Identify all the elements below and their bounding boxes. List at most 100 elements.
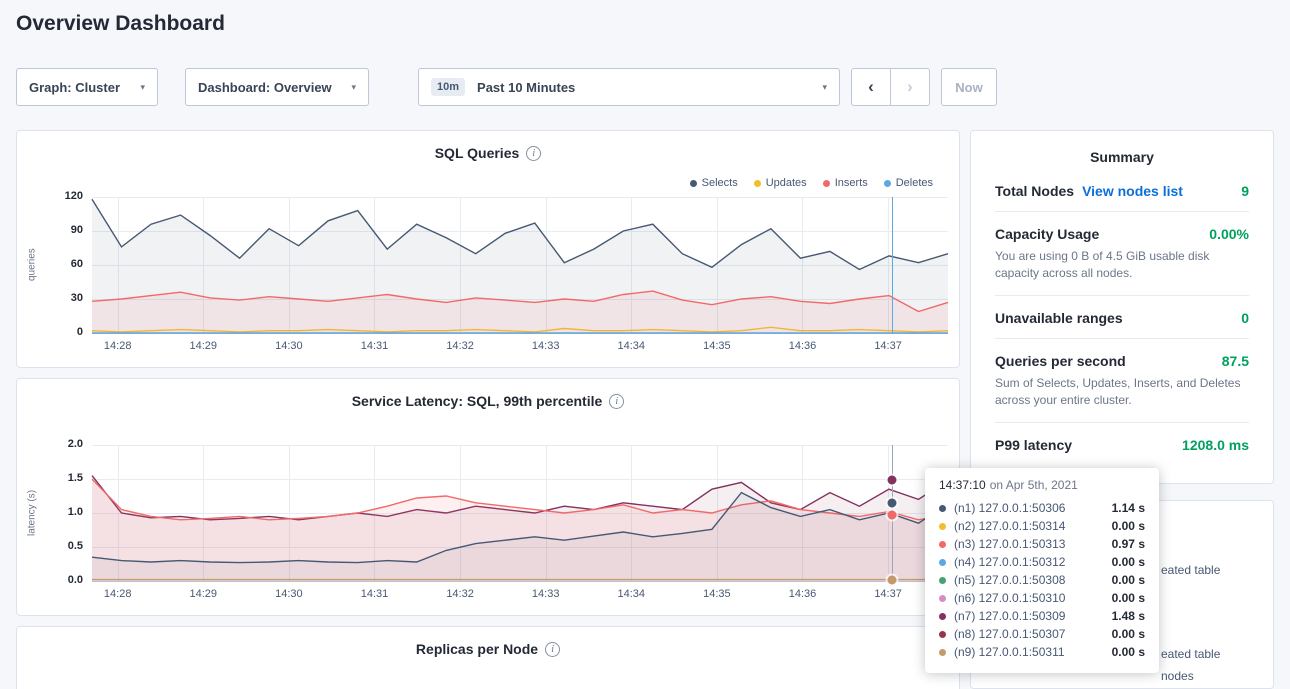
p99-latency-label: P99 latency [995, 437, 1072, 453]
dashboard-dropdown[interactable]: Dashboard: Overview ▾ [185, 68, 369, 106]
event-text-fragment: eated table [1161, 563, 1220, 577]
crosshair-line [892, 197, 893, 333]
node-label: (n7) 127.0.0.1:50309 [954, 609, 1065, 623]
y-tick-label: 0 [43, 326, 83, 338]
chart-title-text: Service Latency: SQL, 99th percentile [352, 393, 603, 409]
event-text-fragment: eated table [1161, 647, 1220, 661]
y-axis-label: latency (s) [25, 445, 39, 581]
legend-dot [884, 180, 891, 187]
capacity-label: Capacity Usage [995, 226, 1099, 242]
x-tick-label: 14:31 [361, 340, 389, 352]
tooltip-row: (n8) 127.0.0.1:50307 0.00 s [939, 625, 1145, 643]
service-latency-sql-99th-percentile-series [92, 445, 948, 581]
node-label: (n2) 127.0.0.1:50314 [954, 519, 1065, 533]
graph-dropdown[interactable]: Graph: Cluster ▾ [16, 68, 158, 106]
dashboard-dropdown-label: Dashboard: Overview [198, 80, 332, 95]
time-range-picker[interactable]: 10m Past 10 Minutes ▾ [418, 68, 840, 106]
total-nodes-label: Total Nodes [995, 183, 1074, 199]
legend-item-selects[interactable]: Selects [690, 177, 738, 189]
time-nav-group: ‹ › [851, 68, 930, 106]
y-tick-label: 0.5 [43, 540, 83, 552]
unavailable-ranges-value: 0 [1241, 310, 1249, 326]
sql-queries-legend: Selects Updates Inserts Deletes [690, 177, 933, 189]
node-color-dot [939, 559, 946, 566]
x-tick-label: 14:29 [190, 588, 218, 600]
crosshair-dot [888, 575, 897, 584]
x-tick-label: 14:33 [532, 588, 560, 600]
x-tick-label: 14:37 [874, 588, 902, 600]
y-tick-label: 1.5 [43, 472, 83, 484]
qps-value: 87.5 [1222, 353, 1249, 369]
chart-title-text: SQL Queries [435, 145, 520, 161]
overview-dashboard-page: Overview Dashboard Graph: Cluster ▾ Dash… [0, 0, 1290, 689]
tooltip-row: (n4) 127.0.0.1:50312 0.00 s [939, 553, 1145, 571]
x-tick-label: 14:36 [789, 340, 817, 352]
y-tick-label: 0.0 [43, 574, 83, 586]
time-next-button[interactable]: › [890, 68, 930, 106]
sql-queries-series [92, 197, 948, 333]
sql-queries-card: SQL Queries i Selects Updates Inserts De… [16, 130, 960, 368]
node-color-dot [939, 649, 946, 656]
x-tick-label: 14:31 [361, 588, 389, 600]
node-label: (n6) 127.0.0.1:50310 [954, 591, 1065, 605]
crosshair-dot [888, 511, 897, 520]
x-tick-label: 14:34 [618, 340, 646, 352]
service-latency-plot[interactable]: 14:2814:2914:3014:3114:3214:3314:3414:35… [92, 445, 948, 581]
time-prev-button[interactable]: ‹ [851, 68, 891, 106]
y-tick-label: 2.0 [43, 438, 83, 450]
node-value: 0.00 s [1112, 627, 1145, 641]
node-label: (n4) 127.0.0.1:50312 [954, 555, 1065, 569]
page-title: Overview Dashboard [16, 12, 225, 36]
x-tick-label: 14:35 [703, 588, 731, 600]
replicas-per-node-title: Replicas per Node i [17, 641, 959, 657]
summary-title: Summary [995, 149, 1249, 165]
tooltip-row: (n9) 127.0.0.1:50311 0.00 s [939, 643, 1145, 661]
summary-panel: Summary Total Nodes View nodes list 9 Ca… [970, 130, 1274, 484]
legend-label: Selects [702, 177, 738, 189]
legend-dot [754, 180, 761, 187]
tooltip-row: (n7) 127.0.0.1:50309 1.48 s [939, 607, 1145, 625]
tooltip-row: (n5) 127.0.0.1:50308 0.00 s [939, 571, 1145, 589]
sql-queries-title: SQL Queries i [17, 145, 959, 161]
chevron-down-icon: ▾ [822, 82, 827, 93]
legend-label: Inserts [835, 177, 868, 189]
service-latency-card: Service Latency: SQL, 99th percentile i … [16, 378, 960, 616]
legend-item-updates[interactable]: Updates [754, 177, 807, 189]
legend-dot [690, 180, 697, 187]
node-label: (n1) 127.0.0.1:50306 [954, 501, 1065, 515]
summary-row-p99: P99 latency 1208.0 ms [995, 423, 1249, 465]
tooltip-date: on Apr 5th, 2021 [990, 478, 1078, 492]
y-tick-label: 120 [43, 190, 83, 202]
info-icon[interactable]: i [609, 394, 624, 409]
y-axis-label: queries [25, 197, 39, 333]
capacity-value: 0.00% [1209, 226, 1249, 242]
chart-tooltip: 14:37:10 on Apr 5th, 2021 (n1) 127.0.0.1… [925, 468, 1159, 673]
y-tick-label: 90 [43, 224, 83, 236]
sql-queries-plot[interactable]: 14:2814:2914:3014:3114:3214:3314:3414:35… [92, 197, 948, 333]
tooltip-row: (n1) 127.0.0.1:50306 1.14 s [939, 499, 1145, 517]
time-range-label: Past 10 Minutes [477, 80, 575, 95]
x-tick-label: 14:28 [104, 588, 132, 600]
now-button[interactable]: Now [941, 68, 997, 106]
info-icon[interactable]: i [526, 146, 541, 161]
legend-dot [823, 180, 830, 187]
node-label: (n3) 127.0.0.1:50313 [954, 537, 1065, 551]
legend-item-inserts[interactable]: Inserts [823, 177, 868, 189]
view-nodes-list-link[interactable]: View nodes list [1082, 183, 1183, 199]
legend-item-deletes[interactable]: Deletes [884, 177, 933, 189]
legend-label: Deletes [896, 177, 933, 189]
node-value: 0.00 s [1112, 519, 1145, 533]
total-nodes-value: 9 [1241, 183, 1249, 199]
crosshair-dot [888, 476, 897, 485]
node-value: 1.48 s [1112, 609, 1145, 623]
node-value: 1.14 s [1112, 501, 1145, 515]
tooltip-row: (n2) 127.0.0.1:50314 0.00 s [939, 517, 1145, 535]
x-tick-label: 14:36 [789, 588, 817, 600]
x-tick-label: 14:32 [446, 340, 474, 352]
tooltip-time: 14:37:10 [939, 478, 986, 492]
node-color-dot [939, 577, 946, 584]
chevron-left-icon: ‹ [868, 77, 874, 97]
info-icon[interactable]: i [545, 642, 560, 657]
node-label: (n8) 127.0.0.1:50307 [954, 627, 1065, 641]
chart-title-text: Replicas per Node [416, 641, 538, 657]
